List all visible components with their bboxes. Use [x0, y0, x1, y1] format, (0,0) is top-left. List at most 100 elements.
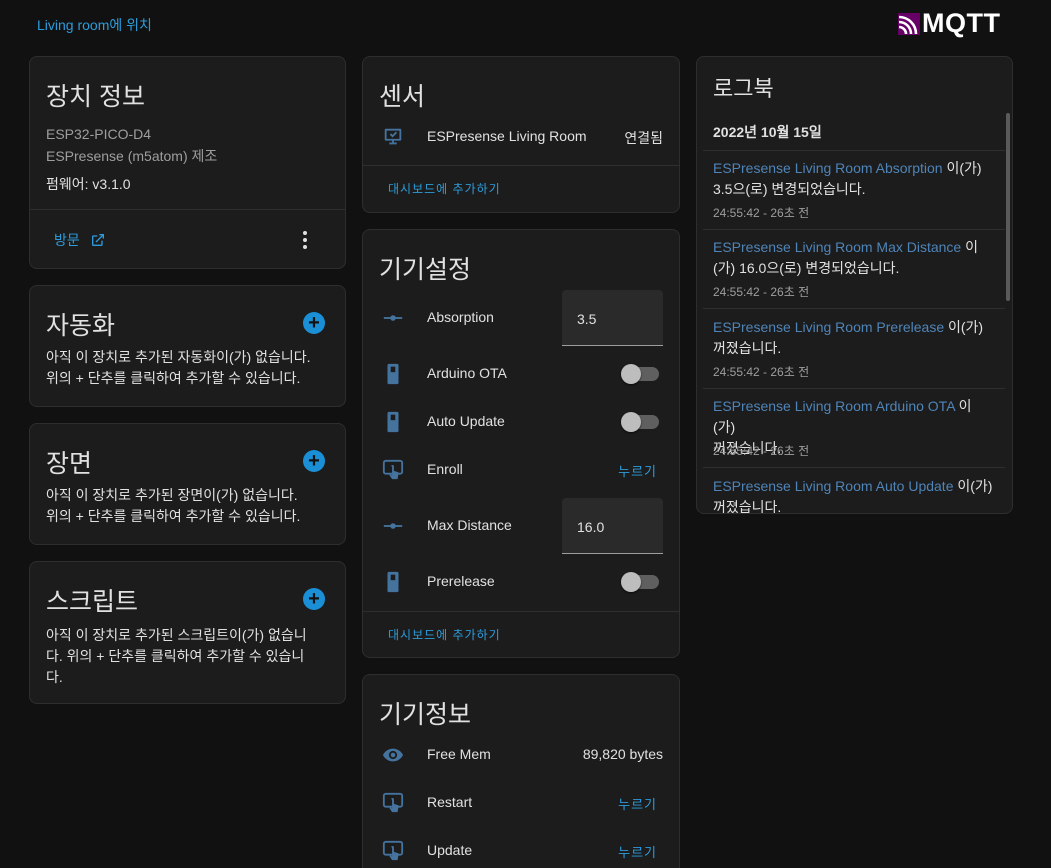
sensors-title: 센서 — [379, 83, 426, 111]
divider — [703, 388, 1005, 389]
diagnostic-row-update: Update 누르기 — [363, 827, 679, 868]
log-time: 24:55:42 - 26초 전 — [713, 444, 810, 458]
divider — [703, 229, 1005, 230]
log-entry: ESPresense Living Room Max Distance 이 (가… — [713, 237, 993, 279]
mqtt-brand-text: MQTT — [922, 8, 1001, 38]
sensors-card: 센서 ESPresense Living Room 연결됨 대시보드에 추가하기 — [362, 56, 680, 213]
sensors-add-to-dashboard-button[interactable]: 대시보드에 추가하기 — [388, 180, 501, 197]
device-manufacturer: ESPresense (m5atom) 제조 — [46, 148, 218, 164]
sensor-row-connection[interactable]: ESPresense Living Room 연결됨 — [363, 113, 679, 161]
divider — [703, 150, 1005, 151]
configuration-title: 기기설정 — [379, 256, 472, 284]
automation-empty-line-2: 위의 + 단추를 클릭하여 추가할 수 있습니다. — [46, 370, 301, 386]
log-entry: ESPresense Living Room Prerelease 이(가) 꺼… — [713, 317, 993, 359]
log-message: 꺼졌습니다. — [713, 340, 782, 356]
diagnostic-name-free-mem: Free Mem — [427, 746, 491, 762]
device-model: ESP32-PICO-D4 — [46, 126, 152, 142]
log-time: 24:55:42 - 26초 전 — [713, 206, 810, 220]
scenes-card: 장면 + 아직 이 장치로 추가된 장면이(가) 없습니다. 위의 + 단추를 … — [29, 423, 346, 545]
add-scene-icon[interactable]: + — [303, 450, 325, 472]
logbook-scrollbar[interactable] — [1006, 113, 1010, 301]
scenes-empty-line-2: 위의 + 단추를 클릭하여 추가할 수 있습니다. — [46, 508, 301, 524]
log-entity-link[interactable]: ESPresense Living Room Auto Update — [713, 478, 953, 494]
gesture-tap-icon — [381, 458, 405, 482]
monitor-check-icon — [381, 125, 405, 149]
log-message: (가) 16.0으(로) 변경되었습니다. — [713, 260, 900, 276]
restart-press-button[interactable]: 누르기 — [618, 794, 657, 813]
switch-icon — [381, 362, 405, 386]
log-entry: ESPresense Living Room Absorption 이(가) 3… — [713, 158, 993, 200]
log-message: 꺼졌습니다. — [713, 499, 782, 514]
divider — [363, 165, 679, 166]
log-message: 이(가) — [953, 478, 993, 494]
scripts-empty-line-1: 아직 이 장치로 추가된 스크립트이(가) 없습니 — [46, 627, 307, 643]
auto-update-toggle[interactable] — [621, 412, 659, 432]
logbook-title: 로그북 — [713, 76, 774, 101]
more-options-icon[interactable] — [302, 231, 308, 249]
log-time: 24:55:42 - 26초 전 — [713, 365, 810, 379]
logbook-card: 로그북 2022년 10월 15일 ESPresense Living Room… — [696, 56, 1013, 514]
automation-empty-line-1: 아직 이 장치로 추가된 자동화이(가) 없습니다. — [46, 349, 311, 365]
sensor-state: 연결됨 — [624, 130, 663, 146]
config-name-absorption: Absorption — [427, 309, 494, 325]
divider — [703, 467, 1005, 468]
max-distance-input[interactable]: 16.0 — [562, 498, 663, 554]
log-entity-link[interactable]: ESPresense Living Room Prerelease — [713, 319, 944, 335]
config-name-arduino-ota: Arduino OTA — [427, 365, 507, 381]
mqtt-logo: MQTT — [898, 8, 1000, 38]
log-entity-link[interactable]: ESPresense Living Room Arduino OTA — [713, 398, 955, 414]
diagnostic-card: 기기정보 Free Mem 89,820 bytes Restart 누르기 U… — [362, 674, 680, 868]
scenes-title: 장면 — [46, 450, 93, 478]
automation-card: 자동화 + 아직 이 장치로 추가된 자동화이(가) 없습니다. 위의 + 단추… — [29, 285, 346, 407]
diagnostic-name-restart: Restart — [427, 794, 473, 810]
divider — [30, 209, 345, 210]
arduino-ota-toggle[interactable] — [621, 364, 659, 384]
device-info-card: 장치 정보 ESP32-PICO-D4 ESPresense (m5atom) … — [29, 56, 346, 269]
config-add-to-dashboard-button[interactable]: 대시보드에 추가하기 — [388, 626, 501, 643]
log-message: 3.5으(로) 변경되었습니다. — [713, 181, 866, 197]
diagnostic-name-update: Update — [427, 842, 473, 858]
log-message: 이(가) — [944, 319, 984, 335]
log-entry: ESPresense Living Room Auto Update 이(가) … — [713, 476, 993, 514]
automation-title: 자동화 — [46, 312, 116, 340]
config-name-prerelease: Prerelease — [427, 573, 495, 589]
switch-icon — [381, 570, 405, 594]
diagnostic-state-free-mem: 89,820 bytes — [582, 746, 663, 762]
top-bar: Living room에 위치 MQTT — [0, 0, 1051, 46]
log-time: 24:55:42 - 26초 전 — [713, 285, 810, 299]
prerelease-toggle[interactable] — [621, 572, 659, 592]
add-automation-icon[interactable]: + — [303, 312, 325, 334]
open-in-new-icon — [91, 234, 104, 246]
switch-icon — [381, 410, 405, 434]
update-press-button[interactable]: 누르기 — [618, 842, 657, 861]
scenes-empty-line-1: 아직 이 장치로 추가된 장면이(가) 없습니다. — [46, 487, 298, 503]
max-distance-value: 16.0 — [577, 519, 605, 535]
logbook-date: 2022년 10월 15일 — [713, 124, 822, 140]
log-entity-link[interactable]: ESPresense Living Room Max Distance — [713, 239, 961, 255]
gesture-tap-icon — [381, 839, 405, 863]
slider-icon — [381, 514, 405, 538]
device-firmware: 펌웨어: v3.1.0 — [46, 176, 131, 192]
gesture-tap-icon — [381, 791, 405, 815]
area-link[interactable]: Living room에 위치 — [37, 15, 152, 35]
visit-button[interactable]: 방문 — [54, 230, 106, 250]
log-message: 이 — [961, 239, 979, 255]
mqtt-signal-icon — [898, 13, 920, 35]
visit-label: 방문 — [54, 232, 80, 248]
log-entity-link[interactable]: ESPresense Living Room Absorption — [713, 160, 943, 176]
enroll-press-button[interactable]: 누르기 — [618, 461, 657, 480]
scripts-title: 스크립트 — [46, 588, 139, 616]
config-name-enroll: Enroll — [427, 461, 463, 477]
absorption-input[interactable]: 3.5 — [562, 290, 663, 346]
absorption-value: 3.5 — [577, 311, 597, 327]
diagnostic-row-free-mem[interactable]: Free Mem 89,820 bytes — [363, 731, 679, 779]
device-info-title: 장치 정보 — [46, 83, 145, 111]
config-row-enroll: Enroll 누르기 — [363, 446, 679, 494]
config-name-max-distance: Max Distance — [427, 517, 512, 533]
divider — [363, 611, 679, 612]
add-script-icon[interactable]: + — [303, 588, 325, 610]
scripts-empty-line-2: 다. 위의 + 단추를 클릭하여 추가할 수 있습니 — [46, 648, 305, 664]
diagnostic-row-restart: Restart 누르기 — [363, 779, 679, 827]
scripts-card: 스크립트 + 아직 이 장치로 추가된 스크립트이(가) 없습니 다. 위의 +… — [29, 561, 346, 704]
diagnostic-title: 기기정보 — [379, 701, 472, 729]
